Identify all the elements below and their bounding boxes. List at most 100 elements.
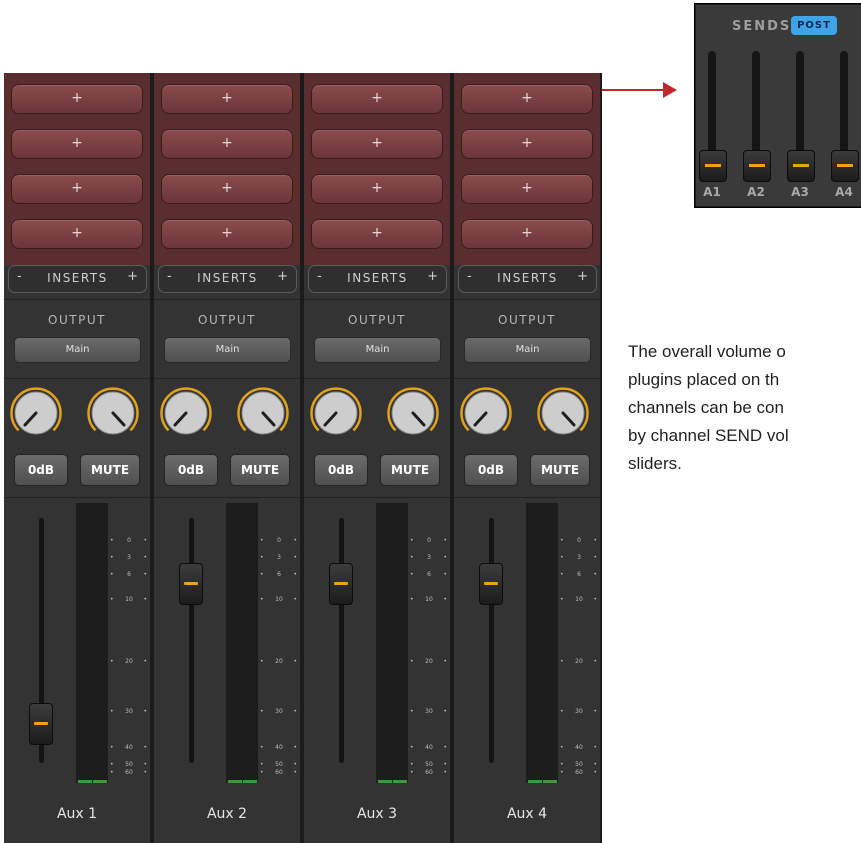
output-label: OUTPUT [498,313,556,327]
divider [304,299,450,300]
mute-button[interactable]: MUTE [80,454,140,486]
inserts-area: + + + + [4,73,150,265]
send-label-a2: A2 [747,185,765,199]
fader-track[interactable] [189,518,194,763]
divider [4,497,150,498]
inserts-label: INSERTS [347,271,408,285]
inserts-area: + + + + [304,73,450,265]
send-handle-a4[interactable] [831,150,859,182]
mute-button[interactable]: MUTE [380,454,440,486]
insert-slot-4[interactable]: + [161,219,293,249]
divider [454,299,600,300]
send-track-a3[interactable] [796,51,804,163]
fader-track[interactable] [489,518,494,763]
knob-left[interactable] [309,386,363,440]
add-insert-button[interactable]: + [277,269,288,284]
output-select-button[interactable]: Main [314,337,441,363]
output-select-button[interactable]: Main [464,337,591,363]
add-insert-button[interactable]: + [127,269,138,284]
insert-slot-2[interactable]: + [161,129,293,159]
insert-slot-2[interactable]: + [461,129,593,159]
send-track-a1[interactable] [708,51,716,163]
inserts-label: INSERTS [47,271,108,285]
insert-slot-4[interactable]: + [461,219,593,249]
insert-slot-3[interactable]: + [161,174,293,204]
insert-slot-3[interactable]: + [311,174,443,204]
fader-handle[interactable] [29,702,53,745]
reset-0db-button[interactable]: 0dB [164,454,218,486]
mute-button[interactable]: MUTE [530,454,590,486]
send-handle-a2[interactable] [743,150,771,182]
level-meter [376,503,408,783]
divider [4,299,150,300]
insert-slot-4[interactable]: + [11,219,143,249]
insert-slot-4[interactable]: + [311,219,443,249]
reset-0db-button[interactable]: 0dB [314,454,368,486]
insert-slot-1[interactable]: + [461,84,593,114]
caption-line: sliders. [628,454,682,473]
mixer-panel: + + + + - INSERTS + OUTPUT Main 0dB MUTE [4,73,602,843]
divider [304,497,450,498]
inserts-bar: - INSERTS + [8,265,147,293]
inserts-area: + + + + [454,73,600,265]
sends-title: SENDS [732,19,792,34]
insert-slot-1[interactable]: + [11,84,143,114]
channel-name: Aux 4 [506,806,548,822]
divider [154,497,300,498]
insert-slot-3[interactable]: + [11,174,143,204]
output-label: OUTPUT [198,313,256,327]
caption-line: by channel SEND vol [628,426,789,445]
channel-name: Aux 2 [206,806,248,822]
inserts-label: INSERTS [197,271,258,285]
insert-slot-1[interactable]: + [311,84,443,114]
send-handle-a1[interactable] [699,150,727,182]
output-select-button[interactable]: Main [164,337,291,363]
sends-panel: SENDS POST A1 A2 A3 A4 [695,4,861,207]
knob-left[interactable] [159,386,213,440]
send-track-a4[interactable] [840,51,848,163]
fader-track[interactable] [339,518,344,763]
level-meter [526,503,558,783]
knob-left[interactable] [9,386,63,440]
inserts-label: INSERTS [497,271,558,285]
inserts-bar: - INSERTS + [158,265,297,293]
reset-0db-button[interactable]: 0dB [464,454,518,486]
knob-left[interactable] [459,386,513,440]
send-label-a3: A3 [791,185,809,199]
output-label: OUTPUT [48,313,106,327]
output-label: OUTPUT [348,313,406,327]
fader-handle[interactable] [329,563,353,606]
mute-button[interactable]: MUTE [230,454,290,486]
meter-scale: • 0 • • 3 • • 6 • • 10 • • 20 • • 30 • • 40 • • 50 • • 60… [560,537,597,776]
fader-handle[interactable] [179,563,203,606]
knob-right[interactable] [236,386,290,440]
divider [454,378,600,379]
divider [154,299,300,300]
knob-right[interactable] [386,386,440,440]
meter-scale: • 0 • • 3 • • 6 • • 10 • • 20 • • 30 • • 40 • • 50 • • 60… [410,537,447,776]
channel-strip-aux-1: + + + + - INSERTS + OUTPUT Main 0dB MUTE [4,73,150,843]
divider [154,378,300,379]
knob-right[interactable] [536,386,590,440]
fader-handle[interactable] [479,563,503,606]
reset-0db-button[interactable]: 0dB [14,454,68,486]
insert-slot-2[interactable]: + [311,129,443,159]
inserts-bar: - INSERTS + [308,265,447,293]
send-handle-a3[interactable] [787,150,815,182]
channel-strip-aux-3: + + + + - INSERTS + OUTPUT Main 0dB MUTE [304,73,450,843]
output-select-button[interactable]: Main [14,337,141,363]
caption-text: The overall volume o plugins placed on t… [628,338,861,498]
add-insert-button[interactable]: + [577,269,588,284]
add-insert-button[interactable]: + [427,269,438,284]
callout-arrow-line [602,89,665,91]
channel-strip-aux-2: + + + + - INSERTS + OUTPUT Main 0dB MUTE [154,73,300,843]
divider [454,497,600,498]
post-toggle-button[interactable]: POST [791,16,837,35]
insert-slot-2[interactable]: + [11,129,143,159]
send-track-a2[interactable] [752,51,760,163]
insert-slot-3[interactable]: + [461,174,593,204]
knob-right[interactable] [86,386,140,440]
callout-arrow-head [663,82,677,98]
channel-strip-aux-4: + + + + - INSERTS + OUTPUT Main 0dB MUTE [454,73,600,843]
insert-slot-1[interactable]: + [161,84,293,114]
